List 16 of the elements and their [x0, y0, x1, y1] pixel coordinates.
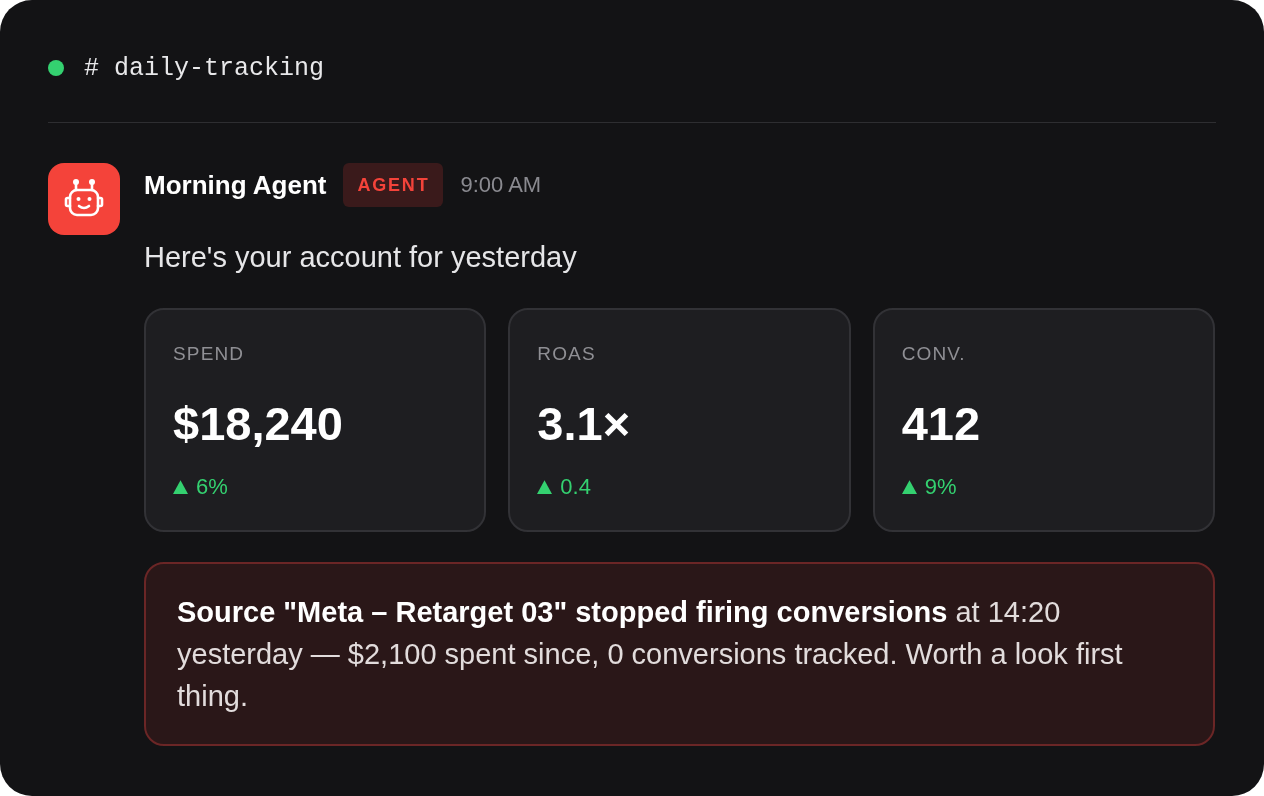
metric-delta: 0.4	[560, 476, 591, 498]
message-time: 9:00 AM	[460, 174, 542, 196]
metric-label: ROAS	[537, 344, 596, 363]
author-name: Morning Agent	[144, 172, 327, 198]
metric-value: $18,240	[173, 400, 343, 447]
metric-value: 3.1×	[537, 400, 631, 447]
metric-delta: 6%	[196, 476, 228, 498]
metric-label: SPEND	[173, 344, 245, 363]
agent-badge: AGENT	[343, 163, 444, 207]
metric-label: CONV.	[901, 344, 966, 363]
channel-name[interactable]: # daily-tracking	[84, 55, 325, 81]
robot-icon	[48, 163, 120, 235]
metric-delta: 9%	[924, 476, 957, 498]
metric-value: 412	[901, 400, 981, 447]
alert-text: Source "Meta – Retarget 03" stopped firing conversions at 14:20 yesterday — $2,100 spent since, 0 conversions tracked. Worth a look first thing.	[177, 595, 1124, 714]
message-text: Here's your account for yesterday	[144, 240, 577, 275]
